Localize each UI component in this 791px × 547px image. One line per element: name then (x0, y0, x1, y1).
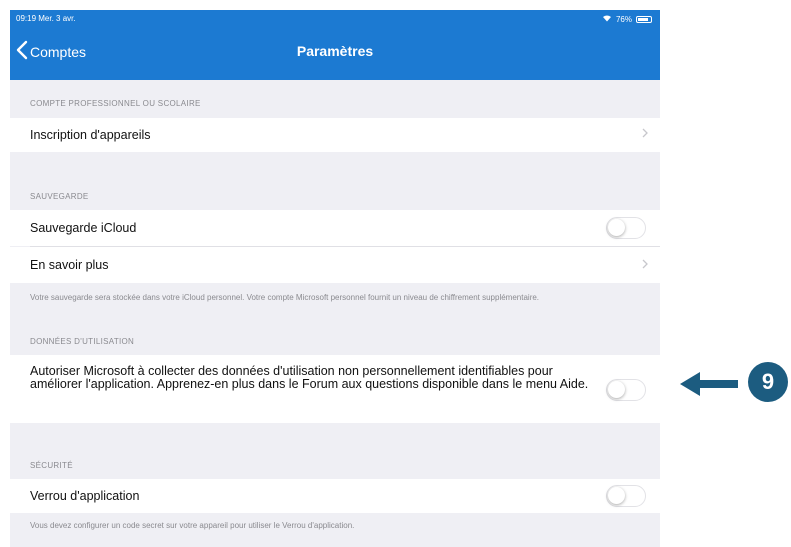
app-lock-row: Verrou d'application (10, 479, 660, 513)
status-bar: 09:19 Mer. 3 avr. 76% (10, 10, 660, 28)
icloud-backup-label: Sauvegarde iCloud (30, 221, 137, 235)
navigation-bar: Comptes Paramètres (10, 28, 660, 80)
usage-data-toggle[interactable] (606, 379, 646, 401)
status-time: 09:19 Mer. 3 avr. (16, 14, 76, 23)
battery-percent: 76% (615, 14, 632, 24)
backup-footer-note: Votre sauvegarde sera stockée dans votre… (30, 293, 540, 302)
section-header-backup: SAUVEGARDE (30, 192, 89, 201)
callout-arrow-icon (680, 372, 738, 396)
wifi-icon (602, 14, 612, 24)
app-lock-toggle[interactable] (606, 485, 646, 507)
device-enrollment-label: Inscription d'appareils (30, 128, 151, 142)
status-right: 76% (602, 14, 652, 24)
section-header-security: SÉCURITÉ (30, 461, 73, 470)
icloud-backup-toggle[interactable] (606, 217, 646, 239)
chevron-right-icon (642, 258, 648, 272)
section-header-usage: DONNÉES D'UTILISATION (30, 337, 135, 346)
security-footer-note: Vous devez configurer un code secret sur… (30, 521, 355, 530)
usage-data-row: Autoriser Microsoft à collecter des donn… (10, 355, 660, 423)
section-header-work: COMPTE PROFESSIONNEL OU SCOLAIRE (30, 99, 201, 108)
settings-screen: 09:19 Mer. 3 avr. 76% Comptes Paramètres… (10, 10, 660, 547)
chevron-right-icon (642, 127, 648, 141)
battery-icon (636, 15, 652, 23)
toggle-knob (608, 381, 625, 398)
toggle-knob (608, 487, 625, 504)
icloud-backup-row: Sauvegarde iCloud (10, 210, 660, 246)
callout-number-badge: 9 (748, 362, 788, 402)
device-enrollment-row[interactable]: Inscription d'appareils (10, 118, 660, 152)
usage-data-label: Autoriser Microsoft à collecter des donn… (30, 364, 589, 391)
toggle-knob (608, 219, 625, 236)
page-title: Paramètres (296, 43, 374, 59)
app-lock-label: Verrou d'application (30, 489, 140, 503)
learn-more-label: En savoir plus (30, 258, 109, 272)
learn-more-row[interactable]: En savoir plus (10, 247, 660, 283)
